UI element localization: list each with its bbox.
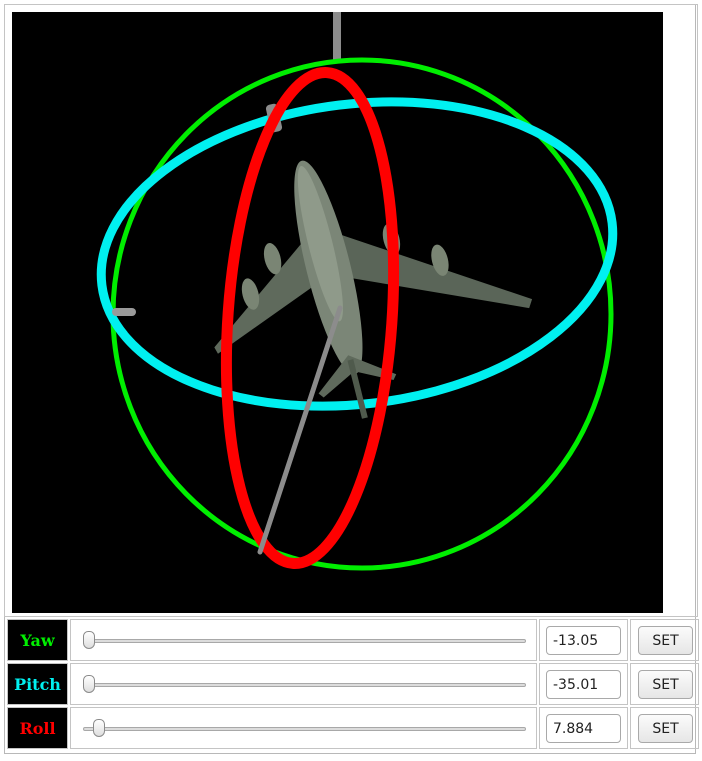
pitch-ring-stub-left — [112, 308, 136, 316]
yaw-label: Yaw — [20, 630, 55, 650]
yaw-slider[interactable] — [70, 619, 537, 661]
roll-label-cell: Roll — [7, 707, 68, 749]
yaw-label-cell: Yaw — [7, 619, 68, 661]
roll-value-input[interactable] — [546, 714, 621, 743]
roll-label: Roll — [19, 718, 56, 738]
roll-set-cell: SET — [630, 707, 699, 749]
pitch-set-cell: SET — [630, 663, 699, 705]
roll-set-button[interactable]: SET — [638, 714, 693, 743]
roll-slider-track[interactable] — [83, 727, 526, 731]
yaw-set-cell: SET — [630, 619, 699, 661]
pitch-slider[interactable] — [70, 663, 537, 705]
yaw-value-input[interactable] — [546, 626, 621, 655]
pitch-slider-thumb[interactable] — [83, 675, 95, 693]
roll-value-cell — [539, 707, 628, 749]
yaw-set-button[interactable]: SET — [638, 626, 693, 655]
roll-axis-rod — [257, 305, 343, 555]
yaw-row: Yaw SET — [4, 619, 699, 663]
yaw-slider-thumb[interactable] — [83, 631, 95, 649]
pitch-row: Pitch SET — [4, 663, 699, 707]
pitch-set-button[interactable]: SET — [638, 670, 693, 699]
yaw-slider-track[interactable] — [83, 639, 526, 643]
gimbal-scene — [96, 12, 618, 571]
yaw-value-cell — [539, 619, 628, 661]
roll-row: Roll SET — [4, 707, 699, 751]
pitch-slider-track[interactable] — [83, 683, 526, 687]
3d-viewport[interactable] — [12, 12, 663, 613]
pitch-label: Pitch — [14, 674, 61, 694]
pitch-value-input[interactable] — [546, 670, 621, 699]
pitch-value-cell — [539, 663, 628, 705]
top-axis-rod — [333, 12, 341, 62]
roll-slider-thumb[interactable] — [92, 719, 105, 737]
roll-slider[interactable] — [70, 707, 537, 749]
pitch-label-cell: Pitch — [7, 663, 68, 705]
